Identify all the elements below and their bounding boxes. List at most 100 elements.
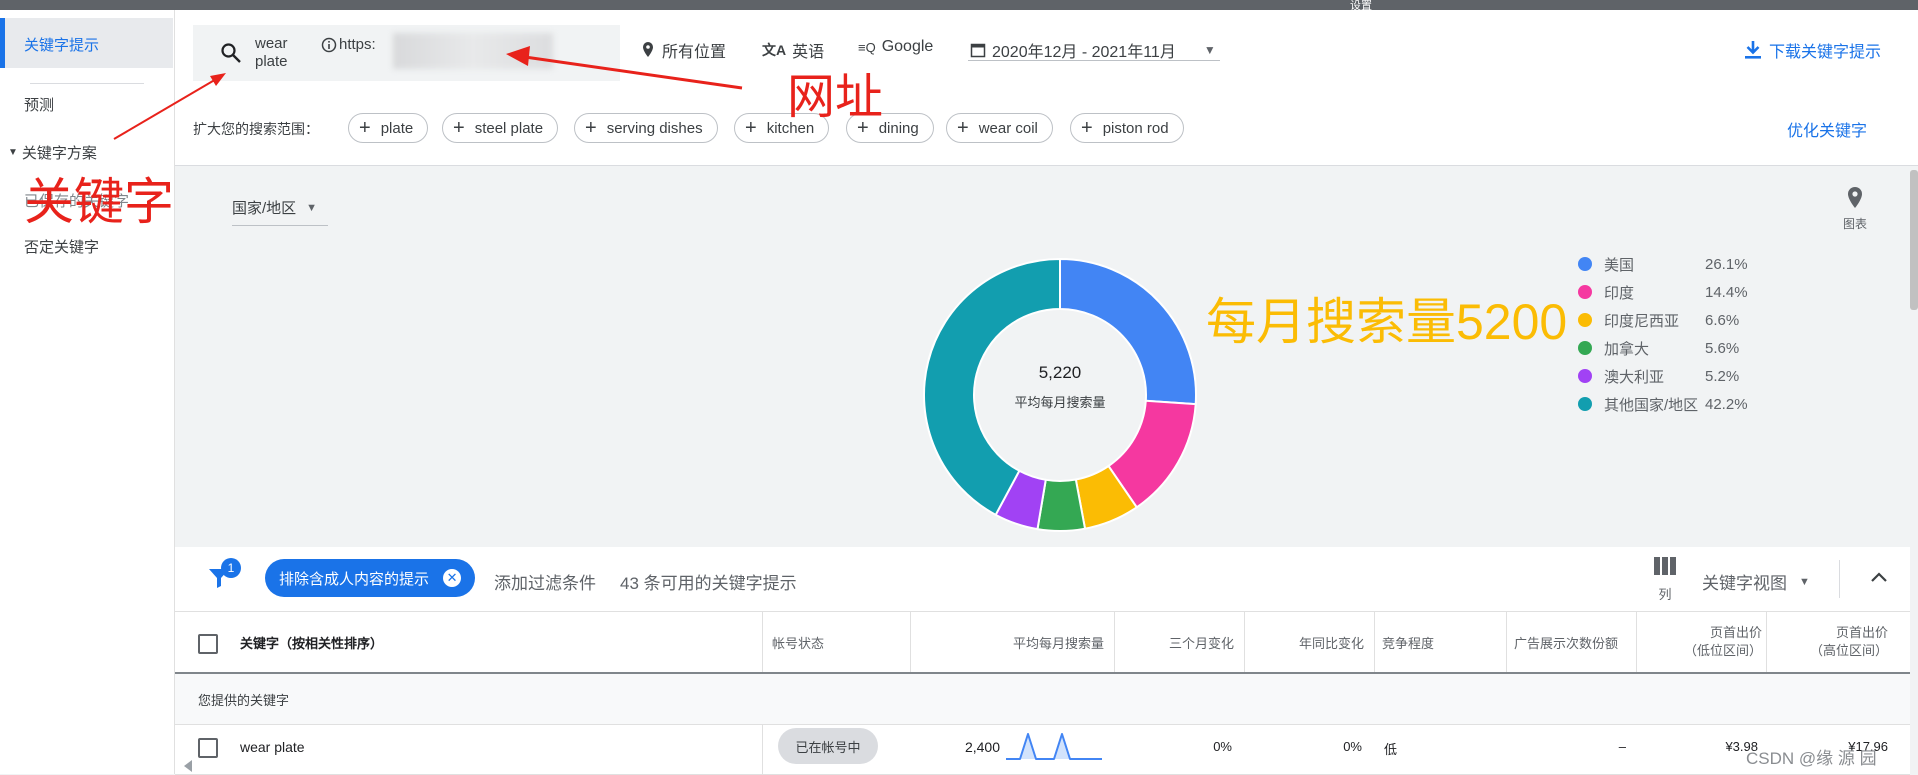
keyword-view-select[interactable]: 关键字视图 ▼ [1702, 569, 1810, 594]
location-pin-icon [1848, 187, 1862, 208]
legend-label: 美国 [1604, 256, 1635, 274]
map-view-button[interactable]: 图表 [1835, 186, 1875, 232]
legend-label: 印度尼西亚 [1604, 312, 1680, 330]
location-selector[interactable]: 所有位置 [640, 38, 726, 62]
col-divider [1374, 612, 1375, 672]
col-header-keyword[interactable]: 关键字（按相关性排序） [240, 612, 760, 672]
sidebar-item-forecast[interactable]: 预测 [24, 94, 54, 115]
col-divider [1114, 612, 1115, 672]
chip-label: plate [380, 119, 414, 137]
filter-chip-label: 排除含成人内容的提示 [279, 570, 430, 588]
add-filter-button[interactable]: 添加过滤条件 [494, 569, 596, 594]
watermark: CSDN @缘 源 园 [1746, 749, 1877, 768]
top-bar [0, 0, 1918, 10]
legend-item: 印度尼西亚 6.6% [1578, 310, 1739, 330]
col-header-account-status[interactable]: 帐号状态 [772, 612, 902, 672]
donut-center-value: 5,220 [1038, 363, 1082, 382]
filter-button[interactable]: 1 [205, 558, 245, 598]
chip-steel-plate[interactable]: + steel plate [442, 113, 559, 143]
date-underline [968, 60, 1220, 61]
scroll-left-arrow-icon[interactable] [184, 760, 192, 772]
trend-sparkline [1006, 733, 1102, 760]
remove-filter-icon[interactable]: ✕ [443, 569, 462, 587]
network-selector[interactable]: ≡Q Google [858, 38, 933, 56]
legend-item: 印度 14.4% [1578, 282, 1748, 302]
caret-down-icon: ▼ [8, 147, 18, 158]
row-competition: 低 [1384, 742, 1398, 757]
col-header-ad-impression-share[interactable]: 广告展示次数份额 [1514, 612, 1636, 672]
columns-label: 列 [1658, 587, 1672, 602]
language-label: 英语 [792, 44, 825, 61]
legend-swatch [1578, 397, 1592, 411]
donut-center-label: 平均每月搜索量 [1014, 395, 1106, 410]
chip-label: dining [878, 119, 919, 137]
filter-count-badge: 1 [221, 558, 241, 578]
map-view-label: 图表 [1842, 217, 1867, 231]
row-yoy-change: 0% [1343, 739, 1362, 754]
donut-slice-5[interactable] [923, 257, 1061, 517]
scrollbar-thumb[interactable] [1910, 170, 1918, 310]
broaden-search-label: 扩大您的搜索范围： [193, 121, 319, 137]
col-divider [1766, 612, 1767, 672]
plus-icon: + [745, 117, 757, 139]
sidebar-item-keyword-plans[interactable]: ▼ 关键字方案 [8, 142, 97, 163]
legend-label: 印度 [1604, 284, 1635, 302]
dropdown-caret-icon: ▼ [1799, 575, 1810, 588]
col-header-avg-monthly-searches[interactable]: 平均每月搜索量 [912, 612, 1104, 672]
sidebar-active-indicator [0, 18, 5, 68]
columns-button[interactable]: 列 [1650, 557, 1680, 603]
legend-label: 加拿大 [1604, 340, 1650, 358]
section-row [175, 674, 1910, 725]
col-divider [1244, 612, 1245, 672]
location-label: 所有位置 [662, 44, 727, 61]
network-label: Google [881, 38, 934, 55]
legend-percent: 42.2% [1705, 395, 1748, 413]
col-header-yoy-change[interactable]: 年同比变化 [1244, 612, 1364, 672]
search-keyword-line-1: wear [255, 35, 288, 52]
chip-label: wear coil [978, 119, 1038, 137]
sidebar-item-keyword-ideas[interactable]: 关键字提示 [24, 34, 99, 55]
legend-label: 其他国家/地区 [1604, 396, 1699, 414]
legend-swatch [1578, 257, 1592, 271]
col-header-three-month-change[interactable]: 三个月变化 [1114, 612, 1234, 672]
filter-chip-adult[interactable]: 排除含成人内容的提示 ✕ [265, 559, 475, 597]
chip-serving-dishes[interactable]: + serving dishes [574, 113, 718, 143]
chip-plate[interactable]: + plate [348, 113, 429, 143]
legend-percent: 26.1% [1705, 255, 1748, 273]
download-keywords-button[interactable]: 下载关键字提示 [1743, 38, 1881, 62]
annotation-url: 网址 [787, 71, 884, 124]
search-network-icon: ≡Q [858, 39, 876, 55]
col-header-competition[interactable]: 竞争程度 [1382, 612, 1492, 672]
search-box[interactable]: wear plate https: [193, 25, 620, 81]
plus-icon: + [957, 117, 969, 139]
row-bid-low: ¥3.98 [1725, 739, 1758, 754]
select-all-checkbox[interactable] [198, 634, 218, 654]
sidebar-item-negative-keywords[interactable]: 否定关键字 [24, 236, 99, 257]
keyword-view-label: 关键字视图 [1702, 574, 1787, 593]
legend-swatch [1578, 285, 1592, 299]
col-header-top-bid-low[interactable]: 页首出价 （低位区间） [1644, 612, 1762, 672]
chip-wear-coil[interactable]: + wear coil [946, 113, 1053, 143]
row-keyword: wear plate [240, 739, 305, 755]
legend-percent: 5.6% [1705, 339, 1740, 357]
refine-keywords-button[interactable]: 优化关键字 [1787, 117, 1867, 141]
row-checkbox[interactable] [198, 738, 218, 758]
annotation-keyword: 关键字 [24, 174, 174, 230]
region-dropdown[interactable]: 国家/地区 ▼ [232, 197, 317, 218]
col-divider [1636, 612, 1637, 672]
col-divider [1506, 612, 1507, 672]
sidebar-divider [30, 83, 144, 84]
search-keyword-line-2: plate [255, 53, 288, 70]
col-header-top-bid-high[interactable]: 页首出价 （高位区间） [1770, 612, 1888, 672]
account-status-badge: 已在帐号中 [778, 728, 878, 764]
dropdown-caret-icon: ▼ [1203, 43, 1216, 57]
language-selector[interactable]: 文A 英语 [762, 38, 824, 62]
region-underline [232, 225, 328, 226]
row-three-month-change: 0% [1213, 739, 1232, 754]
date-range-selector[interactable]: 2020年12月 - 2021年11月 ▼ [970, 38, 1216, 62]
collapse-chevron-up-icon[interactable] [1870, 570, 1888, 584]
plus-icon: + [453, 117, 465, 139]
chip-piston-rod[interactable]: + piston rod [1070, 113, 1184, 143]
annotation-monthly-volume: 每月搜索量5200 [1206, 294, 1568, 350]
translate-icon: 文A [762, 42, 787, 58]
